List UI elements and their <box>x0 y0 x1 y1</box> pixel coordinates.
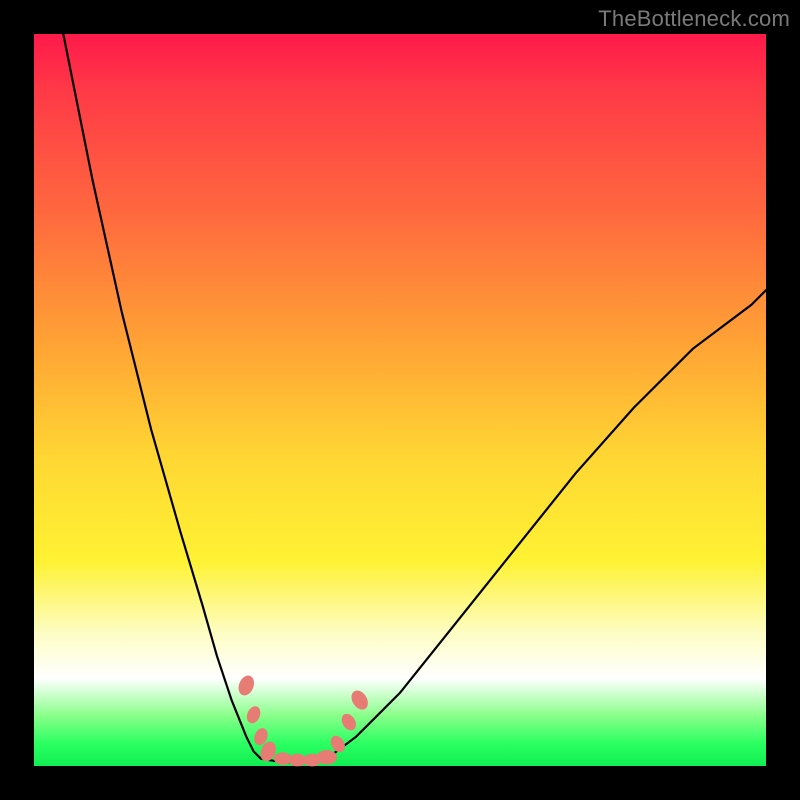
chart-frame: TheBottleneck.com <box>0 0 800 800</box>
curve-marker <box>349 688 371 712</box>
plot-area <box>34 34 766 766</box>
curve-marker <box>339 712 358 732</box>
bottleneck-curve <box>34 34 766 766</box>
curve-marker <box>317 751 337 764</box>
curve-marker <box>236 674 256 697</box>
curve-marker <box>275 753 292 765</box>
curve-path <box>63 34 766 762</box>
curve-marker <box>245 705 262 725</box>
curve-markers <box>236 674 370 766</box>
watermark-text: TheBottleneck.com <box>598 6 790 32</box>
